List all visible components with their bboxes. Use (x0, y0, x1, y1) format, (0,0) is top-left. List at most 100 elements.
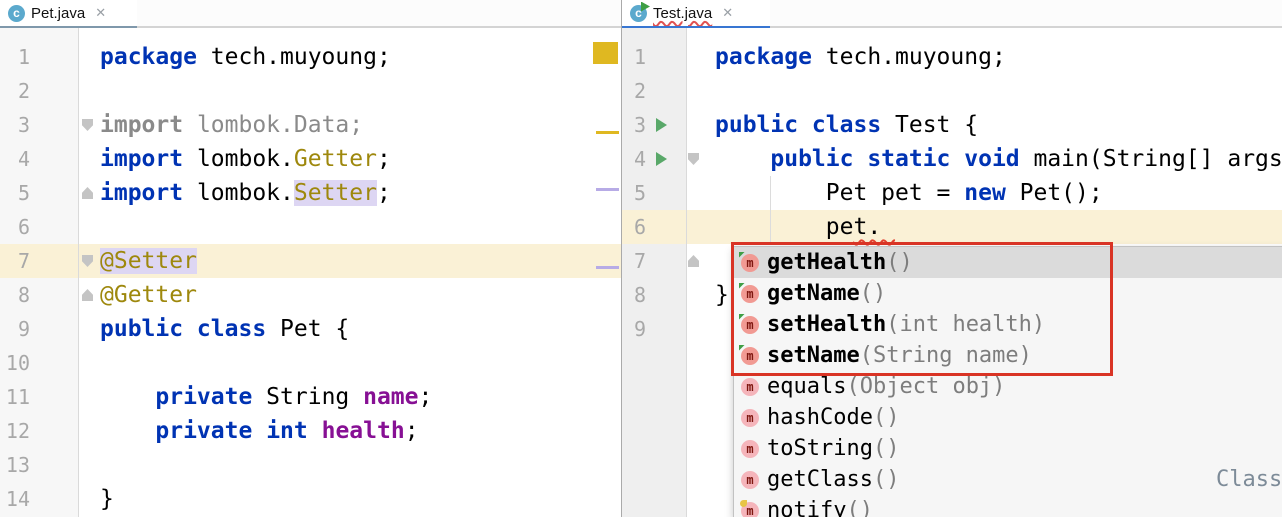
code-token: pe (715, 214, 853, 240)
code-text: package tech.muyoung; (715, 40, 1006, 74)
line-number: 9 (622, 312, 646, 346)
code-line[interactable]: 7@Setter (0, 244, 621, 278)
code-token: String (252, 384, 363, 410)
code-text: } (715, 278, 729, 312)
code-token: Setter (294, 180, 377, 206)
line-number: 1 (622, 40, 646, 74)
code-token: @Getter (100, 282, 197, 308)
line-number: 8 (0, 278, 30, 312)
code-line[interactable]: 4 public static void main(String[] args (622, 142, 1282, 176)
code-line[interactable]: 14} (0, 482, 621, 516)
code-token: ; (405, 418, 419, 444)
line-number: 12 (0, 414, 30, 448)
code-token: @Setter (100, 248, 197, 274)
completion-item[interactable]: mtoString() (734, 433, 1282, 464)
class-icon-letter: c (13, 7, 20, 19)
code-line[interactable]: 6 pet. (622, 210, 1282, 244)
completion-item[interactable]: mgetClass()Class< (734, 464, 1282, 495)
tab-test-java[interactable]: c Test.java ✕ (622, 0, 770, 28)
method-icon-letter: m (746, 443, 753, 455)
indent-guide (770, 176, 771, 244)
completion-item[interactable]: mnotify() (734, 495, 1282, 517)
code-line[interactable]: 5 Pet pet = new Pet(); (622, 176, 1282, 210)
code-token (100, 384, 155, 410)
scrollbar-mark[interactable] (596, 266, 619, 269)
code-token (100, 418, 155, 444)
close-icon[interactable]: ✕ (95, 5, 106, 21)
run-icon[interactable] (656, 118, 667, 132)
code-token: public class (715, 112, 881, 138)
code-token: lombok. (183, 180, 294, 206)
completion-method-name: notify (767, 498, 846, 517)
line-number: 2 (622, 74, 646, 108)
line-number: 9 (0, 312, 30, 346)
code-token: } (100, 486, 114, 512)
fold-icon[interactable] (82, 289, 93, 301)
code-line[interactable]: 3public class Test { (622, 108, 1282, 142)
line-number: 6 (0, 210, 30, 244)
scrollbar-mark[interactable] (596, 131, 619, 134)
code-line[interactable]: 6 (0, 210, 621, 244)
method-icon-letter: m (746, 474, 753, 486)
fold-icon[interactable] (82, 119, 93, 131)
code-line[interactable]: 5import lombok.Setter; (0, 176, 621, 210)
code-token: public class (100, 316, 266, 342)
code-line[interactable]: 3import lombok.Data; (0, 108, 621, 142)
code-line[interactable]: 1 package tech.muyoung; (0, 40, 621, 74)
fold-icon[interactable] (688, 153, 699, 165)
code-text: Pet pet = new Pet(); (715, 176, 1103, 210)
fold-icon[interactable] (688, 255, 699, 267)
completion-item[interactable]: mhashCode() (734, 402, 1282, 433)
code-line[interactable]: 9public class Pet { (0, 312, 621, 346)
inspection-indicator[interactable] (593, 42, 618, 64)
code-token: package (100, 44, 197, 70)
code-token: new (964, 180, 1006, 206)
fold-icon[interactable] (82, 255, 93, 267)
code-token: Test { (881, 112, 978, 138)
code-line[interactable]: 2 (622, 74, 1282, 108)
code-line[interactable]: 10 (0, 346, 621, 380)
code-token: int (266, 418, 308, 444)
run-icon[interactable] (656, 152, 667, 166)
tab-bar-right: c Test.java ✕ (622, 0, 1282, 28)
code-line[interactable]: 13 (0, 448, 621, 482)
code-text: private String name; (100, 380, 432, 414)
code-token: } (715, 282, 729, 308)
code-line[interactable]: 1 package tech.muyoung; (622, 40, 1282, 74)
completion-method-name: equals (767, 374, 846, 399)
scrollbar-mark[interactable] (596, 188, 619, 191)
completion-method-name: hashCode (767, 405, 873, 430)
code-line[interactable]: 4import lombok.Getter; (0, 142, 621, 176)
method-icon-letter: m (746, 505, 753, 517)
fold-icon[interactable] (82, 187, 93, 199)
final-method-mark-icon (740, 500, 747, 507)
completion-return-type: Class< (1216, 467, 1282, 492)
code-token: private (155, 384, 252, 410)
code-token: Pet pet = (715, 180, 964, 206)
runnable-class-icon: c (630, 5, 647, 22)
method-icon-letter: m (746, 412, 753, 424)
method-icon: m (741, 378, 759, 396)
code-line[interactable]: 11 private String name; (0, 380, 621, 414)
code-line[interactable]: 8 @Getter (0, 278, 621, 312)
line-number: 14 (0, 482, 30, 516)
tab-bar-left: c Pet.java ✕ (0, 0, 621, 28)
code-text: @Getter (100, 278, 197, 312)
tab-pet-java[interactable]: c Pet.java ✕ (0, 0, 137, 28)
editor-pet-java[interactable]: 1 package tech.muyoung;23import lombok.Da… (0, 28, 621, 517)
code-text: package tech.muyoung; (100, 40, 391, 74)
close-icon[interactable]: ✕ (722, 5, 733, 21)
line-number: 10 (0, 346, 30, 380)
code-token: name (363, 384, 418, 410)
gutter-separator (686, 28, 687, 517)
code-token: Getter (294, 146, 377, 172)
line-number: 5 (0, 176, 30, 210)
code-line[interactable]: 2 (0, 74, 621, 108)
code-line[interactable]: 12 private int health; (0, 414, 621, 448)
line-number: 1 (0, 40, 30, 74)
line-number: 3 (0, 108, 30, 142)
method-icon: m (741, 502, 759, 517)
code-token: package (715, 44, 812, 70)
editor-test-java[interactable]: 1 package tech.muyoung; 23public class Tes… (622, 28, 1282, 517)
ide-editor-split: c Pet.java ✕ 1package tech.muyoung;23imp… (0, 0, 1282, 517)
